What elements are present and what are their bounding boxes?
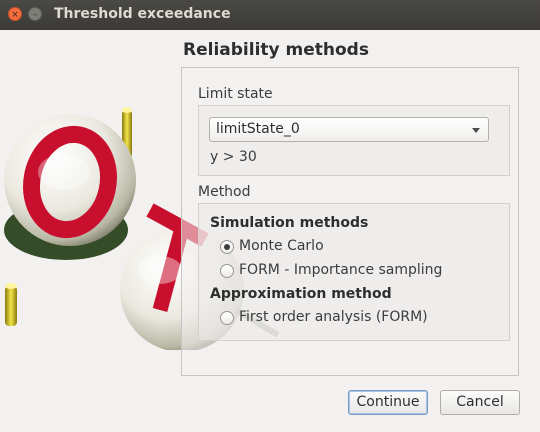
chevron-down-icon: [472, 128, 480, 133]
first-order-analysis-label[interactable]: First order analysis (FORM): [239, 309, 428, 325]
approximation-method-heading: Approximation method: [210, 286, 392, 302]
limit-state-label: Limit state: [198, 86, 273, 102]
limit-state-condition: y > 30: [210, 149, 257, 165]
cancel-button[interactable]: Cancel: [440, 390, 520, 415]
monte-carlo-label[interactable]: Monte Carlo: [239, 238, 324, 254]
close-icon[interactable]: ×: [8, 7, 22, 21]
form-importance-sampling-radio[interactable]: [220, 264, 234, 278]
page-title: Reliability methods: [183, 40, 369, 60]
window-title: Threshold exceedance: [54, 6, 231, 22]
title-bar: × – Threshold exceedance: [0, 0, 540, 30]
minimize-icon[interactable]: –: [28, 7, 42, 21]
simulation-methods-heading: Simulation methods: [210, 215, 369, 231]
method-label: Method: [198, 184, 251, 200]
limit-state-dropdown[interactable]: limitState_0: [209, 117, 489, 142]
limit-state-selected: limitState_0: [216, 121, 300, 137]
form-importance-sampling-label[interactable]: FORM - Importance sampling: [239, 262, 442, 278]
radio-selected-dot: [224, 244, 230, 250]
first-order-analysis-radio[interactable]: [220, 311, 234, 325]
stick-shape: [5, 286, 17, 326]
monte-carlo-radio[interactable]: [220, 240, 234, 254]
continue-button[interactable]: Continue: [348, 390, 428, 415]
